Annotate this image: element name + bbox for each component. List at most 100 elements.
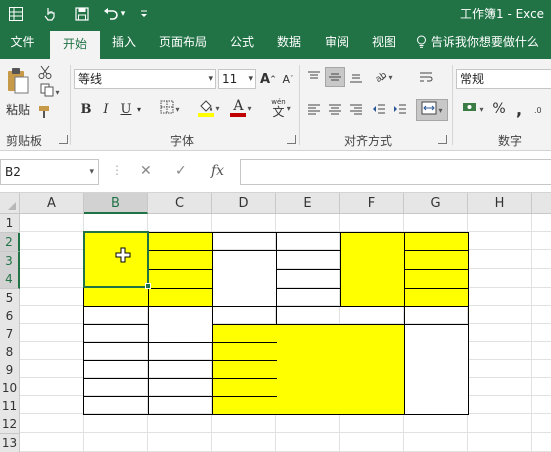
grid-cell[interactable]: [532, 214, 551, 232]
clipboard-launcher-icon[interactable]: [59, 135, 68, 144]
grid-cell[interactable]: [84, 433, 148, 452]
phonetic-dropdown-icon[interactable]: ▾: [287, 104, 291, 113]
grid-cell[interactable]: [84, 414, 148, 433]
tab-home[interactable]: 开始: [50, 31, 100, 59]
grid-cell[interactable]: [532, 269, 551, 288]
undo-dropdown-icon[interactable]: ▾: [118, 4, 128, 23]
accounting-dropdown-icon[interactable]: ▾: [479, 105, 483, 114]
font-launcher-icon[interactable]: [287, 135, 296, 144]
grid-cell[interactable]: [148, 414, 212, 433]
grow-font-button[interactable]: A ^: [260, 69, 276, 89]
chevron-down-icon[interactable]: ▾: [208, 70, 213, 88]
select-all-button[interactable]: [0, 193, 20, 214]
grid-cell[interactable]: [468, 232, 532, 250]
grid-cell[interactable]: [20, 414, 84, 433]
top-align-icon[interactable]: [304, 67, 324, 87]
borders-dropdown-icon[interactable]: ▾: [175, 105, 179, 114]
tab-insert[interactable]: 插入: [104, 27, 144, 59]
fill-color-dropdown-icon[interactable]: ▾: [215, 104, 219, 113]
grid-cell[interactable]: [340, 433, 404, 452]
grid-cell[interactable]: [404, 414, 468, 433]
grid-cell[interactable]: [468, 324, 532, 342]
borders-button[interactable]: ▾: [156, 99, 184, 119]
grid-cell[interactable]: [276, 232, 340, 250]
grid-cell[interactable]: [20, 360, 84, 378]
insert-function-icon[interactable]: fx: [211, 163, 224, 179]
grid-cell[interactable]: [212, 414, 276, 433]
grid-cell[interactable]: [20, 269, 84, 288]
grid-cell[interactable]: [468, 269, 532, 288]
merged-cell-g7-g11[interactable]: [404, 324, 468, 415]
grid-cell[interactable]: [532, 288, 551, 306]
row-header-2[interactable]: 2: [0, 233, 20, 252]
grid-cell[interactable]: [212, 214, 276, 232]
grid-cell[interactable]: [212, 433, 276, 452]
grid-cell[interactable]: [468, 342, 532, 360]
column-header-b[interactable]: B: [84, 193, 148, 214]
font-color-dropdown-icon[interactable]: ▾: [247, 104, 251, 113]
column-header-d[interactable]: D: [212, 193, 276, 214]
grid-cell[interactable]: [532, 433, 551, 452]
column-header-f[interactable]: F: [340, 193, 404, 214]
row-header-12[interactable]: 12: [0, 415, 20, 434]
cut-icon[interactable]: [35, 63, 55, 81]
grid-cell[interactable]: [468, 214, 532, 232]
increase-indent-icon[interactable]: [390, 99, 410, 119]
grid-cell[interactable]: [20, 433, 84, 452]
row-header-7[interactable]: 7: [0, 325, 20, 344]
merged-cell-e7-f11[interactable]: [276, 324, 404, 415]
cell-block-d7-d11[interactable]: [212, 324, 276, 415]
column-header-e[interactable]: E: [276, 193, 340, 214]
grid-cell[interactable]: [84, 360, 148, 378]
grid-cell[interactable]: [84, 342, 148, 360]
grid-cell[interactable]: [84, 214, 148, 232]
decrease-indent-icon[interactable]: [369, 99, 389, 119]
grid-cell[interactable]: [20, 232, 84, 250]
grid-cell[interactable]: [532, 232, 551, 250]
bold-button[interactable]: B: [78, 99, 94, 119]
orientation-button[interactable]: ab ▾: [370, 67, 396, 87]
grid-cell[interactable]: [532, 378, 551, 396]
bottom-align-icon[interactable]: [346, 67, 366, 87]
grid-cell[interactable]: [212, 232, 276, 250]
copy-button[interactable]: ▾: [35, 83, 65, 101]
grid-cell[interactable]: [468, 433, 532, 452]
accounting-format-button[interactable]: ▾: [458, 99, 488, 119]
italic-button[interactable]: I: [98, 99, 114, 119]
row-header-13[interactable]: 13: [0, 434, 20, 452]
save-icon[interactable]: [72, 4, 92, 23]
grid-cell[interactable]: [532, 396, 551, 414]
touch-mode-icon[interactable]: [40, 4, 60, 23]
grid-cell[interactable]: [148, 396, 212, 414]
grid-cell[interactable]: [532, 306, 551, 324]
grid-cell[interactable]: [20, 378, 84, 396]
grid-cell[interactable]: [532, 342, 551, 360]
align-right-icon[interactable]: [346, 99, 366, 119]
grid-cell[interactable]: [148, 378, 212, 396]
grid-cell[interactable]: [148, 342, 212, 360]
grid-cell[interactable]: [468, 360, 532, 378]
grid-cell[interactable]: [20, 306, 84, 324]
tab-page-layout[interactable]: 页面布局: [150, 27, 216, 59]
grid-cell[interactable]: [276, 288, 340, 306]
row-header-1[interactable]: 1: [0, 214, 20, 233]
column-header-g[interactable]: G: [404, 193, 468, 214]
name-box[interactable]: B2 ▾: [0, 159, 99, 185]
row-header-5[interactable]: 5: [0, 289, 20, 308]
font-name-combo[interactable]: 等线 ▾: [74, 69, 216, 89]
row-header-4[interactable]: 4: [0, 270, 20, 289]
grid-cell[interactable]: [20, 396, 84, 414]
enter-icon[interactable]: ✓: [175, 163, 187, 179]
grid-cell[interactable]: [532, 360, 551, 378]
grid-cell[interactable]: [20, 288, 84, 306]
grid-cell[interactable]: [468, 396, 532, 414]
grid-cell[interactable]: [404, 214, 468, 232]
wrap-text-icon[interactable]: [416, 67, 436, 87]
align-left-icon[interactable]: [304, 99, 324, 119]
column-header-a[interactable]: A: [20, 193, 84, 214]
grid-cell[interactable]: [404, 306, 468, 324]
chevron-down-icon[interactable]: ▾: [248, 70, 253, 88]
grid-cell[interactable]: [276, 269, 340, 288]
row-header-8[interactable]: 8: [0, 343, 20, 362]
tab-data[interactable]: 数据: [268, 27, 310, 59]
